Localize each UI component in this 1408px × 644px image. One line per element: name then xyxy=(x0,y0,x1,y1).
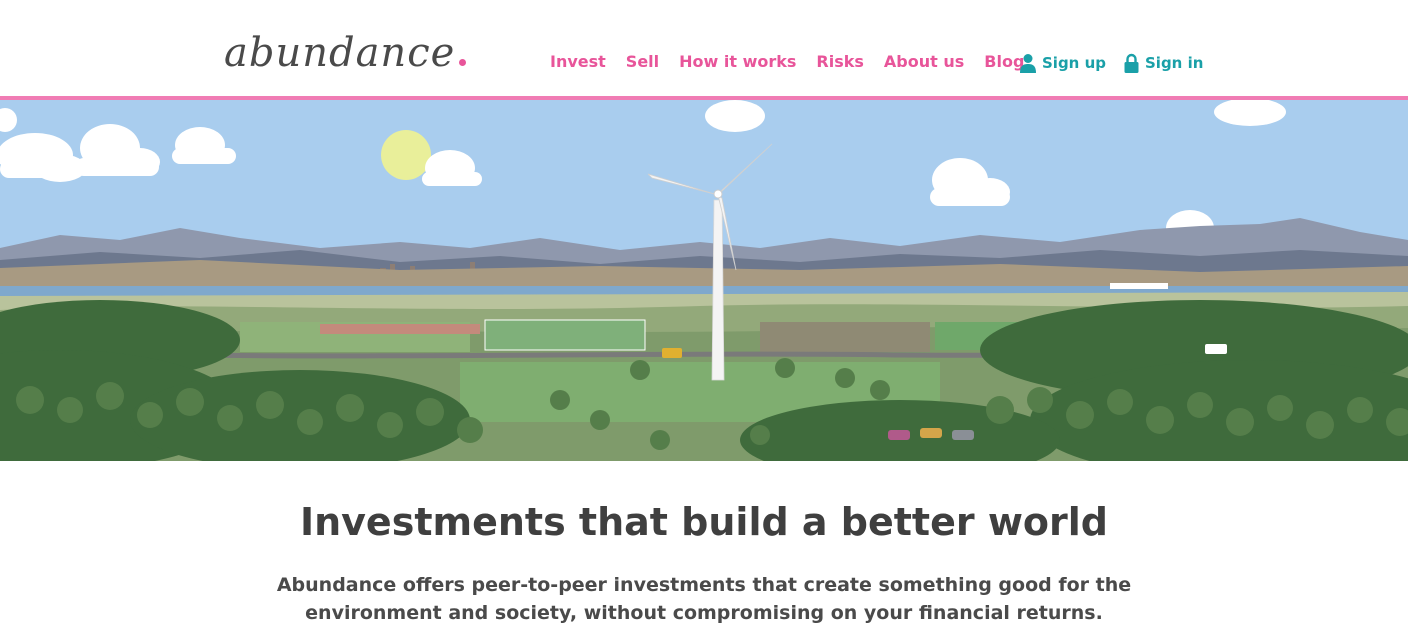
user-icon xyxy=(1020,53,1036,73)
nav-blog[interactable]: Blog xyxy=(984,52,1024,71)
sun-icon xyxy=(381,130,431,180)
landscape-illustration xyxy=(0,100,1408,461)
nav-how-it-works[interactable]: How it works xyxy=(679,52,796,71)
nav-risks[interactable]: Risks xyxy=(816,52,864,71)
sign-up-link[interactable]: Sign up xyxy=(1020,53,1106,73)
hero-illustration xyxy=(0,100,1408,461)
logo-text: abundance xyxy=(224,30,456,76)
nav-sell[interactable]: Sell xyxy=(626,52,659,71)
main-nav: Invest Sell How it works Risks About us … xyxy=(550,52,1024,71)
nav-about-us[interactable]: About us xyxy=(884,52,964,71)
subtext-line-1: Abundance offers peer-to-peer investment… xyxy=(276,574,1132,596)
page-headline: Investments that build a better world xyxy=(299,500,1109,544)
site-logo[interactable]: abundance xyxy=(224,30,467,80)
sign-up-label: Sign up xyxy=(1042,54,1106,72)
site-header: abundance Invest Sell How it works Risks… xyxy=(0,0,1408,97)
page-subtext: Abundance offers peer-to-peer investment… xyxy=(0,571,1408,627)
nav-invest[interactable]: Invest xyxy=(550,52,606,71)
sign-in-label: Sign in xyxy=(1145,54,1204,72)
logo-dot xyxy=(459,59,467,66)
subtext-line-2: environment and society, without comprom… xyxy=(305,602,1103,624)
auth-links: Sign up Sign in xyxy=(1020,53,1203,73)
sign-in-link[interactable]: Sign in xyxy=(1124,53,1203,73)
lock-icon xyxy=(1124,53,1139,73)
